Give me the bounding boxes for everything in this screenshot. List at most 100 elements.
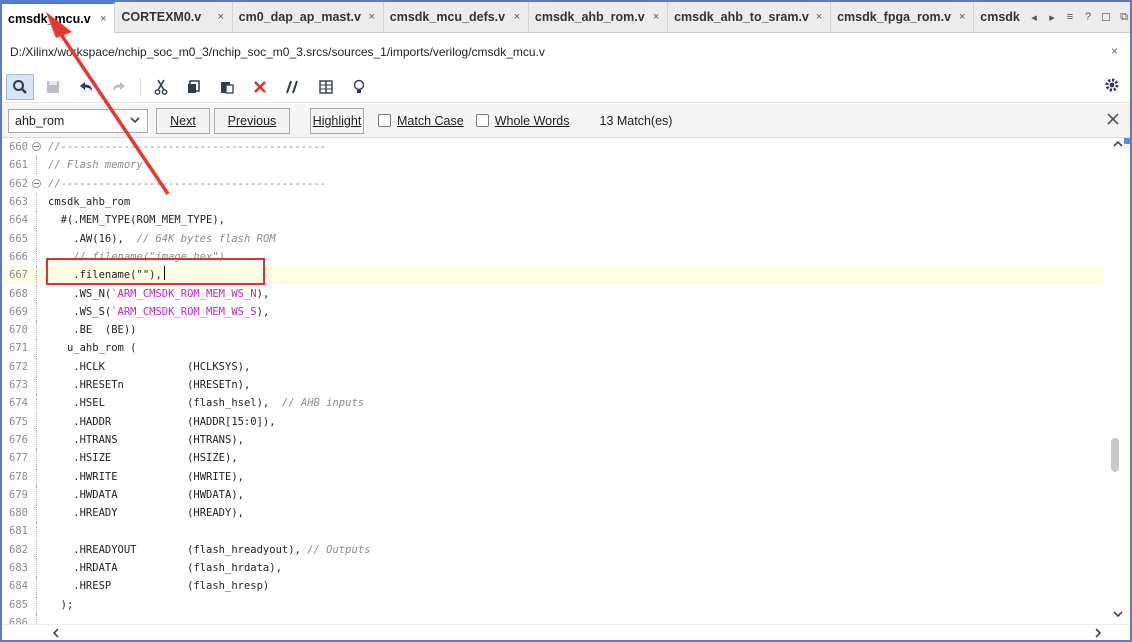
- line-number: 683: [9, 562, 28, 575]
- horizontal-scrollbar[interactable]: [2, 624, 1130, 640]
- highlight-button[interactable]: Highlight: [310, 107, 364, 134]
- close-icon[interactable]: ×: [510, 11, 524, 23]
- delete-button[interactable]: [246, 74, 274, 100]
- fold-collapse-icon[interactable]: [30, 138, 42, 156]
- chevron-right-icon[interactable]: [1092, 627, 1104, 640]
- code-token: ),: [256, 305, 270, 318]
- code-line[interactable]: 662 //-----------------------------------…: [2, 175, 1104, 193]
- tab-label: cmsdk_mcu.v: [8, 11, 91, 26]
- tab-cm0-dap-ap-mast[interactable]: cm0_dap_ap_mast.v ×: [233, 2, 384, 32]
- code-line[interactable]: 666 // filename("image.hex"): [2, 247, 1104, 266]
- search-button[interactable]: [6, 73, 34, 100]
- line-number: 664: [9, 214, 28, 227]
- next-button[interactable]: Next: [156, 107, 210, 134]
- tab-cmsdk-ahb-rom[interactable]: cmsdk_ahb_rom.v ×: [529, 2, 669, 32]
- chevron-down-icon[interactable]: [129, 114, 141, 129]
- code-line[interactable]: 661 // Flash memory: [2, 156, 1104, 175]
- code-line[interactable]: 676 .HTRANS (HTRANS),: [2, 430, 1104, 449]
- chevron-up-icon[interactable]: [1112, 138, 1124, 153]
- scrollbar-thumb[interactable]: [1111, 438, 1119, 472]
- code-line[interactable]: 679 .HWDATA (HWDATA),: [2, 485, 1104, 504]
- redo-button[interactable]: [105, 74, 133, 100]
- code-line[interactable]: 671 u_ahb_rom (: [2, 339, 1104, 358]
- code-line[interactable]: 669 .WS_S(`ARM_CMSDK_ROM_MEM_WS_S),: [2, 302, 1104, 321]
- columns-button[interactable]: [312, 74, 340, 100]
- code-line[interactable]: 685 );: [2, 595, 1104, 614]
- tab-label: cmsdk: [980, 10, 1020, 24]
- comment-icon: [286, 80, 298, 93]
- toggle-comment-button[interactable]: [279, 74, 307, 100]
- menu-icon[interactable]: ≡: [1064, 11, 1076, 23]
- code-line[interactable]: 675 .HADDR (HADDR[15:0]),: [2, 412, 1104, 431]
- code-line[interactable]: 667 .filename(""),: [2, 266, 1104, 285]
- close-icon[interactable]: ×: [1111, 44, 1118, 58]
- close-icon[interactable]: ×: [812, 11, 826, 23]
- code-text: // Flash memory: [42, 159, 143, 171]
- quick-help-button[interactable]: [345, 74, 373, 100]
- float-icon[interactable]: ⧉: [1118, 11, 1130, 24]
- code-line[interactable]: 670 .BE (BE)): [2, 321, 1104, 340]
- code-editor[interactable]: 660 //-----------------------------------…: [2, 138, 1130, 624]
- code-macro: `ARM_CMSDK_ROM_MEM_WS_N: [111, 287, 257, 300]
- settings-button[interactable]: [1104, 77, 1120, 96]
- copy-button[interactable]: [180, 74, 208, 100]
- chevron-left-icon[interactable]: ◂: [1028, 11, 1040, 24]
- match-case-checkbox[interactable]: Match Case: [378, 114, 464, 128]
- fold-collapse-icon[interactable]: [30, 175, 42, 193]
- code-line[interactable]: 686: [2, 613, 1104, 624]
- close-find-button[interactable]: [1106, 112, 1120, 129]
- tab-cmsdk-mcu[interactable]: cmsdk_mcu.v ×: [2, 2, 116, 33]
- code-line[interactable]: 680 .HREADY (HREADY),: [2, 504, 1104, 523]
- undo-button[interactable]: [72, 74, 100, 100]
- line-number: 674: [9, 397, 28, 410]
- line-number: 662: [9, 177, 28, 190]
- cut-button[interactable]: [147, 74, 175, 100]
- code-line[interactable]: 663 cmsdk_ahb_rom: [2, 193, 1104, 212]
- line-number: 685: [9, 598, 28, 611]
- close-icon[interactable]: ×: [365, 11, 379, 23]
- tab-cortexm0[interactable]: CORTEXM0.v ×: [115, 2, 233, 32]
- checkbox-box[interactable]: [378, 114, 391, 127]
- vertical-scrollbar[interactable]: [1106, 138, 1130, 624]
- help-icon[interactable]: ?: [1082, 11, 1094, 23]
- paste-button[interactable]: [213, 74, 241, 100]
- tab-cmsdk-mcu-defs[interactable]: cmsdk_mcu_defs.v ×: [384, 2, 529, 32]
- code-line[interactable]: 678 .HWRITE (HWRITE),: [2, 467, 1104, 486]
- chevron-left-icon[interactable]: [50, 627, 62, 640]
- code-line[interactable]: 660 //-----------------------------------…: [2, 138, 1104, 156]
- chevron-right-icon[interactable]: ▸: [1046, 11, 1058, 24]
- tab-label: cm0_dap_ap_mast.v: [238, 10, 361, 24]
- code-token: .HREADY (HREADY),: [48, 507, 244, 520]
- checkbox-box[interactable]: [475, 114, 489, 127]
- tab-cmsdk-fpga-rom[interactable]: cmsdk_fpga_rom.v ×: [831, 2, 975, 32]
- fold-guide: [30, 449, 42, 468]
- code-text: .filename(""),: [42, 269, 162, 281]
- find-input[interactable]: ahb_rom: [8, 108, 148, 133]
- match-marker: [1124, 138, 1130, 144]
- close-icon[interactable]: ×: [96, 13, 110, 25]
- fold-guide: [30, 430, 42, 449]
- code-line[interactable]: 683 .HRDATA (flash_hrdata),: [2, 559, 1104, 578]
- line-number: 681: [9, 525, 28, 538]
- code-line[interactable]: 674 .HSEL (flash_hsel), // AHB inputs: [2, 394, 1104, 413]
- tab-cmsdk-ahb-to-sram[interactable]: cmsdk_ahb_to_sram.v ×: [668, 2, 832, 32]
- code-line[interactable]: 682 .HREADYOUT (flash_hreadyout), // Out…: [2, 540, 1104, 559]
- code-line[interactable]: 677 .HSIZE (HSIZE),: [2, 449, 1104, 468]
- close-icon[interactable]: ×: [649, 11, 663, 23]
- code-line[interactable]: 673 .HRESETn (HRESETn),: [2, 376, 1104, 395]
- close-icon[interactable]: ×: [955, 11, 969, 23]
- chevron-down-icon[interactable]: [1112, 608, 1124, 623]
- code-line[interactable]: 668 .WS_N(`ARM_CMSDK_ROM_MEM_WS_N),: [2, 284, 1104, 303]
- code-line[interactable]: 665 .AW(16), // 64K bytes flash ROM: [2, 229, 1104, 248]
- code-line[interactable]: 664 #(.MEM_TYPE(ROM_MEM_TYPE),: [2, 211, 1104, 230]
- line-number: 680: [9, 507, 28, 520]
- whole-words-checkbox[interactable]: Whole Words: [475, 114, 570, 128]
- code-line[interactable]: 681: [2, 522, 1104, 541]
- code-line[interactable]: 684 .HRESP (flash_hresp): [2, 577, 1104, 596]
- tab-cmsdk-overflow[interactable]: cmsdk: [974, 2, 1022, 32]
- restore-icon[interactable]: ☐: [1100, 11, 1112, 24]
- close-icon[interactable]: ×: [214, 11, 228, 23]
- code-line[interactable]: 672 .HCLK (HCLKSYS),: [2, 357, 1104, 376]
- save-button[interactable]: [39, 74, 67, 100]
- previous-button[interactable]: Previous: [214, 107, 290, 134]
